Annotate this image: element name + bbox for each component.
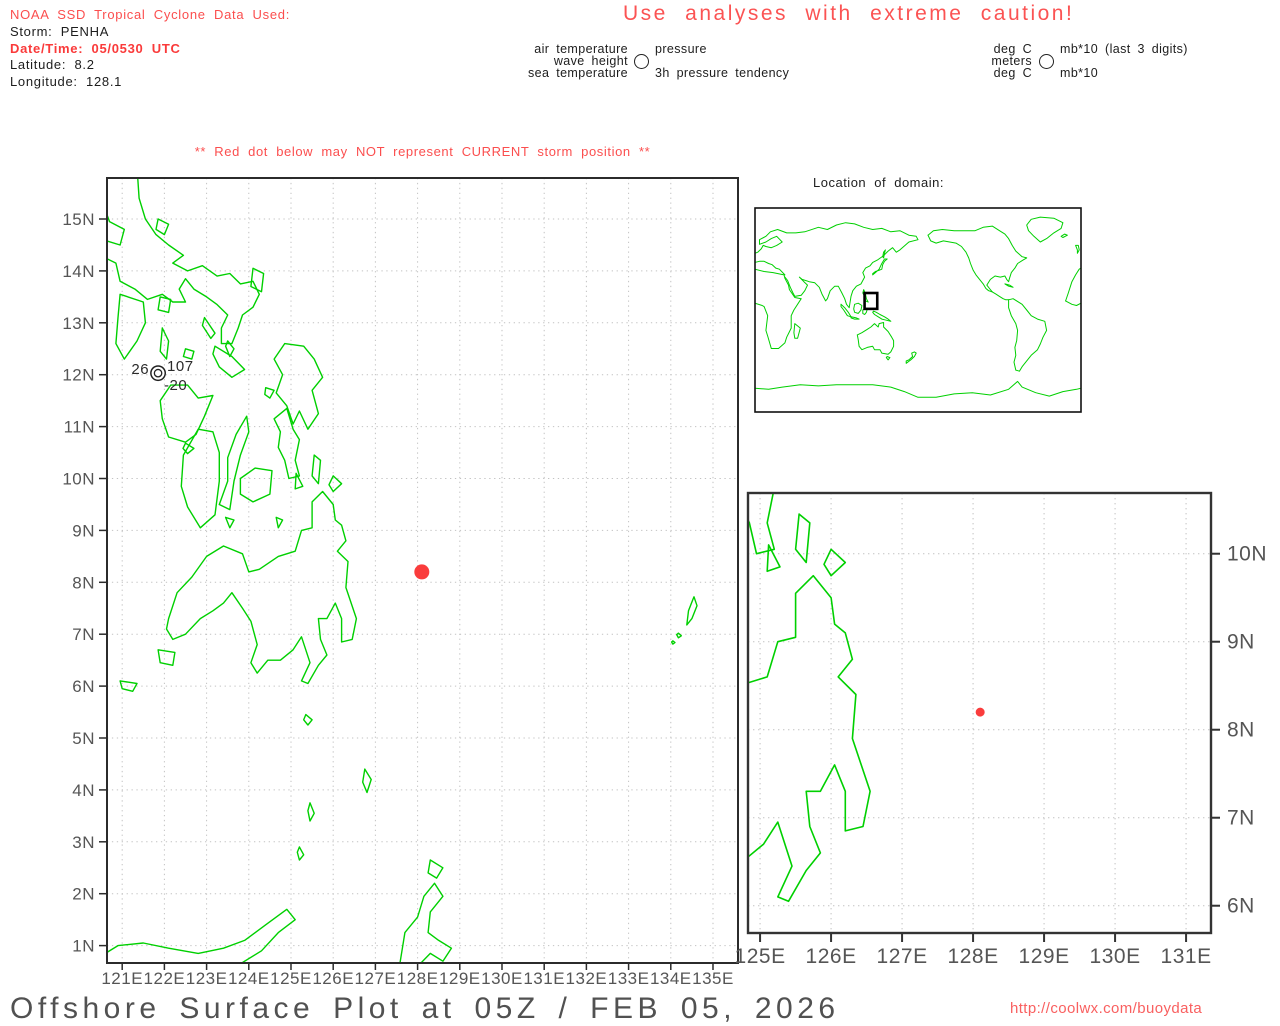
svg-text:10N: 10N [62,470,95,489]
domain-inset-title: Location of domain: [813,175,944,190]
svg-text:134E: 134E [650,969,692,988]
svg-text:125E: 125E [735,945,786,968]
svg-text:130E: 130E [481,969,523,988]
svg-text:7N: 7N [72,625,95,644]
svg-text:128E: 128E [948,945,999,968]
svg-text:10N: 10N [1227,543,1267,566]
svg-text:126E: 126E [312,969,354,988]
page-title: Offshore Surface Plot at 05Z / FEB 05, 2… [10,992,840,1025]
source-url-link[interactable]: http://coolwx.com/buoydata [1010,1000,1202,1017]
svg-text:131E: 131E [1161,945,1212,968]
zoom-inset-map: 125E 126E 127E 128E 129E 130E 131E 6N 7N 8N 9N 10N [735,491,1267,968]
svg-text:9N: 9N [72,521,95,540]
world-locator-map [754,207,1082,413]
svg-text:130E: 130E [1090,945,1141,968]
svg-text:107: 107 [167,358,194,375]
legend-pressure-label: pressure [655,42,707,56]
legend-sea-temperature-label: sea temperature [527,66,628,80]
svg-text:129E: 129E [439,969,481,988]
svg-text:123E: 123E [186,969,228,988]
svg-text:127E: 127E [355,969,397,988]
svg-text:12N: 12N [62,366,95,385]
svg-text:126E: 126E [806,945,857,968]
svg-text:132E: 132E [566,969,608,988]
station-plot: 26 107 -20 [131,358,193,394]
storm-position-dot [414,564,430,580]
legend-mb10-last3-label: mb*10 (last 3 digits) [1060,42,1188,56]
legend-degc-bottom-label: deg C [993,66,1032,80]
header-datetime-line: Date/Time: 05/0530 UTC [10,41,181,56]
svg-text:125E: 125E [270,969,312,988]
svg-text:128E: 128E [397,969,439,988]
svg-text:15N: 15N [62,210,95,229]
svg-text:14N: 14N [62,262,95,281]
storm-position-dot-inset [975,707,985,717]
legend-mb10-label: mb*10 [1060,66,1099,80]
svg-text:1N: 1N [72,937,95,956]
svg-text:-20: -20 [164,377,187,394]
svg-text:11N: 11N [64,418,95,437]
header-storm-line: Storm: PENHA [10,24,110,39]
svg-text:135E: 135E [692,969,734,988]
svg-text:8N: 8N [1227,719,1255,742]
svg-text:6N: 6N [72,677,95,696]
svg-text:4N: 4N [72,781,95,800]
header-source-line: NOAA SSD Tropical Cyclone Data Used: [10,7,291,22]
svg-text:121E: 121E [101,969,143,988]
caution-banner: Use analyses with extreme caution! [623,2,1075,25]
svg-text:2N: 2N [72,885,95,904]
svg-text:8N: 8N [72,573,95,592]
svg-text:26: 26 [131,361,149,378]
svg-text:122E: 122E [144,969,186,988]
svg-text:3N: 3N [72,833,95,852]
storm-position-warning: ** Red dot below may NOT represent CURRE… [194,144,651,159]
header-longitude-line: Longitude: 128.1 [10,74,123,89]
svg-text:129E: 129E [1019,945,1070,968]
svg-text:5N: 5N [72,729,95,748]
header-latitude-line: Latitude: 8.2 [10,57,95,72]
svg-text:127E: 127E [877,945,928,968]
svg-text:9N: 9N [1227,631,1255,654]
station-circle-units-icon [1039,54,1054,69]
svg-text:131E: 131E [523,969,565,988]
main-map: 26 107 -20 121E 122E 123E 124E 125E 126E 127E 128E… [62,177,739,988]
legend-pressure-tendency-label: 3h pressure tendency [655,66,790,80]
svg-text:133E: 133E [608,969,650,988]
svg-text:124E: 124E [228,969,270,988]
svg-text:6N: 6N [1227,895,1255,918]
station-circle-icon [634,54,649,69]
svg-text:7N: 7N [1227,807,1255,830]
svg-text:13N: 13N [62,314,95,333]
